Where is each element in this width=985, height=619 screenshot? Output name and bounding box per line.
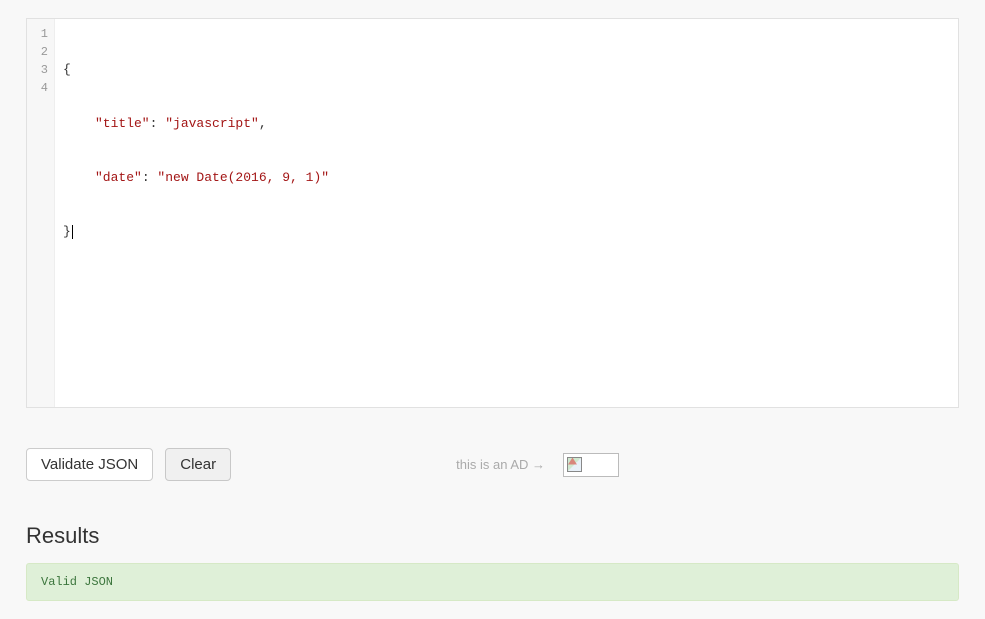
line-number: 3 <box>37 61 48 79</box>
code-line: { <box>63 61 950 79</box>
json-editor[interactable]: 1 2 3 4 { "title": "javascript", "date":… <box>26 18 959 408</box>
controls-row: Validate JSON Clear this is an AD → <box>26 448 959 481</box>
code-line: } <box>63 223 950 241</box>
line-number: 2 <box>37 43 48 61</box>
line-number-gutter: 1 2 3 4 <box>27 19 55 407</box>
line-number: 1 <box>37 25 48 43</box>
ad-block: this is an AD → <box>456 453 619 477</box>
results-heading: Results <box>26 523 959 549</box>
clear-button[interactable]: Clear <box>165 448 231 481</box>
code-line: "title": "javascript", <box>63 115 950 133</box>
result-message: Valid JSON <box>41 575 113 589</box>
validate-json-button[interactable]: Validate JSON <box>26 448 153 481</box>
code-content[interactable]: { "title": "javascript", "date": "new Da… <box>55 19 958 407</box>
result-message-box: Valid JSON <box>26 563 959 601</box>
code-line: "date": "new Date(2016, 9, 1)" <box>63 169 950 187</box>
text-cursor <box>72 225 73 239</box>
ad-label: this is an AD → <box>456 457 545 472</box>
broken-image-icon <box>563 453 619 477</box>
line-number: 4 <box>37 79 48 97</box>
